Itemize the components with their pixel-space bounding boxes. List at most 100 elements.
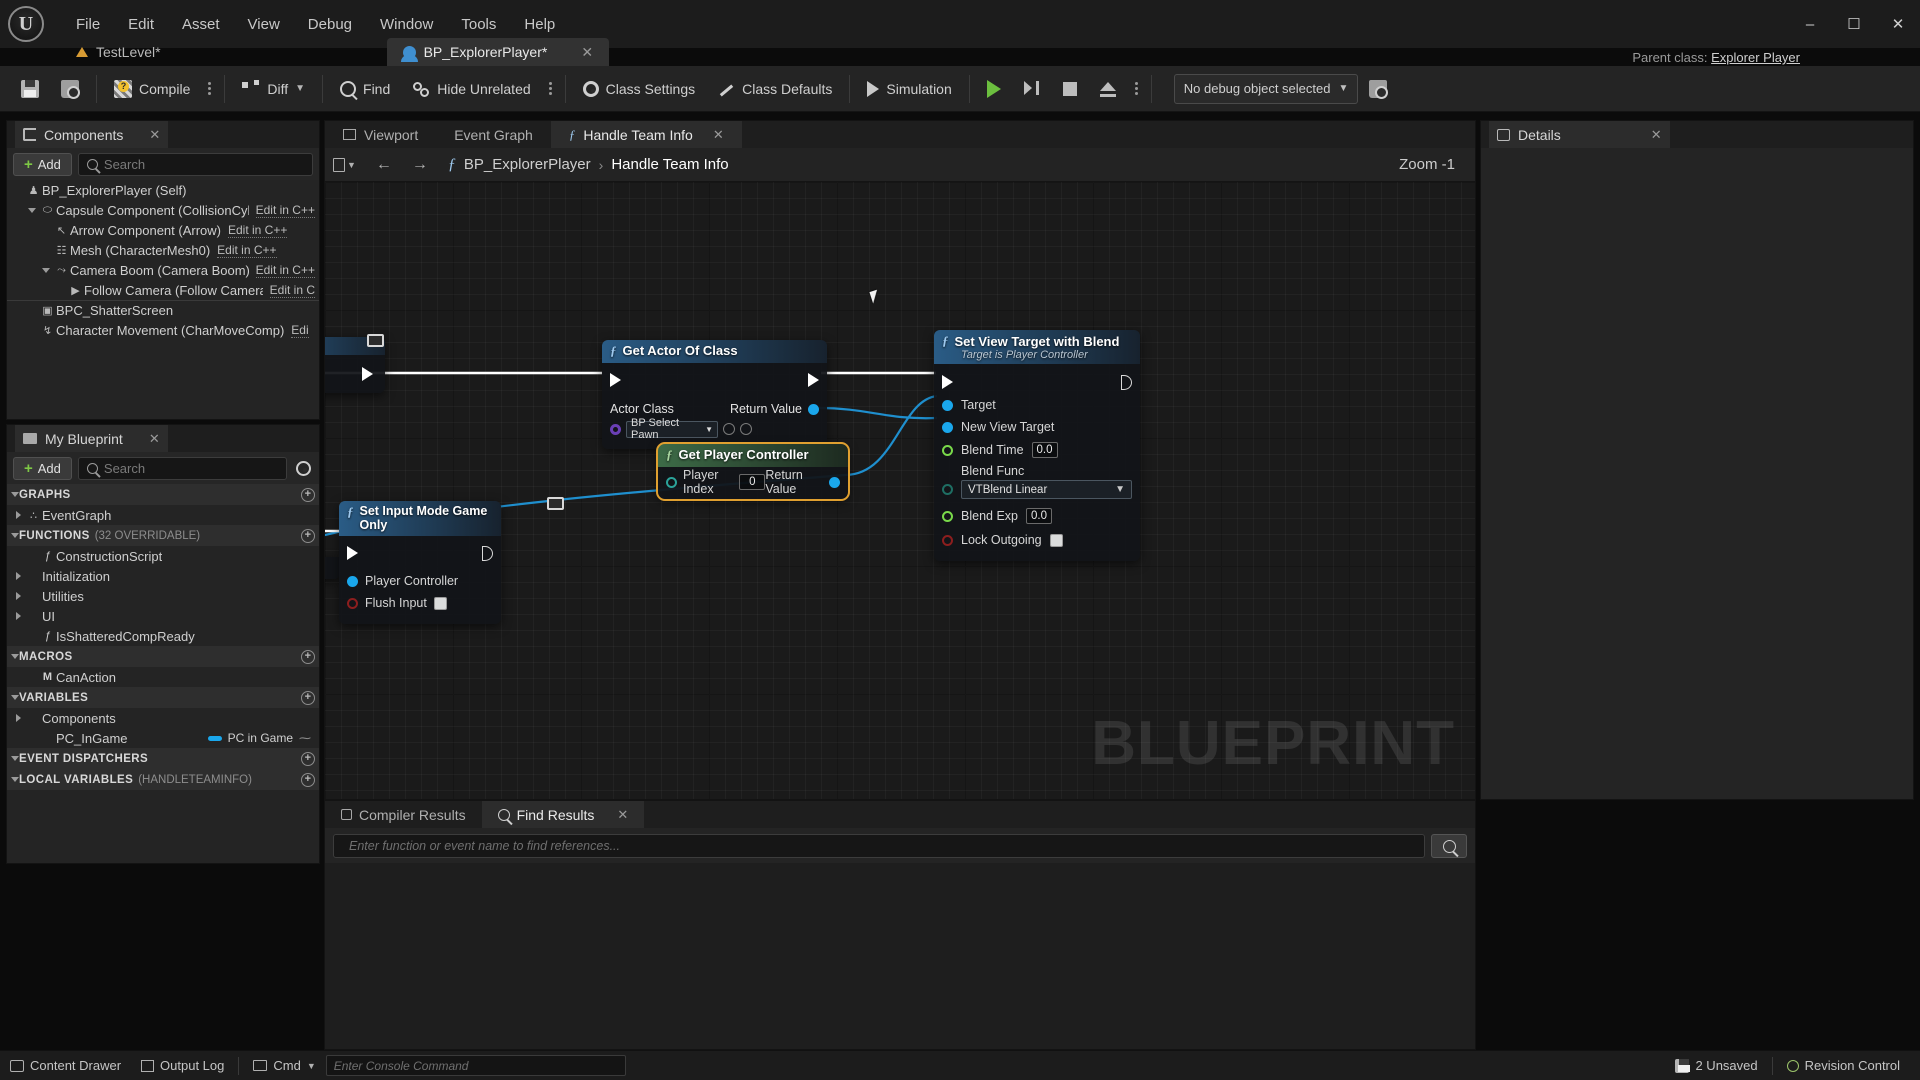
- actor-class-picker[interactable]: BP Select Pawn ▼: [626, 417, 718, 441]
- float-pin-icon[interactable]: [942, 510, 953, 522]
- eject-button[interactable]: [1088, 69, 1128, 109]
- node-set-view-target-with-blend[interactable]: ƒ Set View Target with Blend Target is P…: [934, 330, 1140, 561]
- section-add-button[interactable]: +: [301, 649, 315, 664]
- myblueprint-tree-row[interactable]: M CanAction: [7, 667, 319, 687]
- asset-tab-bp-explorerplayer[interactable]: BP_ExplorerPlayer* ✕: [386, 38, 610, 66]
- menu-view[interactable]: View: [234, 10, 294, 39]
- expand-arrow-icon[interactable]: [11, 777, 19, 782]
- output-log-button[interactable]: Output Log: [131, 1051, 234, 1080]
- section-add-button[interactable]: +: [301, 690, 315, 705]
- stop-button[interactable]: [1052, 69, 1088, 109]
- eye-icon[interactable]: ⁓: [299, 731, 311, 745]
- class-pin-icon[interactable]: [610, 423, 621, 435]
- myblueprint-tree-row[interactable]: ƒ ConstructionScript: [7, 546, 319, 566]
- hide-unrelated-button[interactable]: Hide Unrelated: [401, 69, 541, 109]
- graph-canvas[interactable]: BLUEPRINT ƒ Get Actor Of Class Actor Cla…: [325, 182, 1475, 799]
- components-tree-row[interactable]: ▶ Follow Camera (Follow Camera) Edit in C: [7, 280, 319, 300]
- components-tree-row[interactable]: ♟ BP_ExplorerPlayer (Self): [7, 180, 319, 200]
- my-blueprint-tab[interactable]: My Blueprint ✕: [15, 425, 168, 452]
- expand-arrow-icon[interactable]: [11, 592, 25, 600]
- tab-event-graph[interactable]: Event Graph: [436, 121, 551, 148]
- my-blueprint-add-button[interactable]: + Add: [13, 456, 72, 480]
- my-blueprint-settings-button[interactable]: [293, 460, 313, 476]
- object-pin-icon[interactable]: [347, 575, 358, 587]
- expand-arrow-icon[interactable]: [11, 533, 19, 538]
- exec-out-pin-icon[interactable]: [1121, 374, 1132, 390]
- myblueprint-tree-row[interactable]: Components: [7, 708, 319, 728]
- myblueprint-section-event-dispatchers[interactable]: EVENT DISPATCHERS +: [7, 748, 319, 769]
- myblueprint-section-variables[interactable]: VARIABLES +: [7, 687, 319, 708]
- content-drawer-button[interactable]: Content Drawer: [0, 1051, 131, 1080]
- play-button[interactable]: [976, 69, 1012, 109]
- edit-in-cpp-link[interactable]: Edit in C++: [255, 263, 315, 278]
- section-add-button[interactable]: +: [301, 772, 315, 787]
- tab-handle-team-info[interactable]: ƒ Handle Team Info ✕: [550, 121, 742, 148]
- myblueprint-tree-row[interactable]: UI: [7, 606, 319, 626]
- myblueprint-section-local-variables[interactable]: LOCAL VARIABLES (HANDLETEAMINFO) +: [7, 769, 319, 790]
- edit-in-cpp-link[interactable]: Edit in C: [269, 283, 315, 298]
- components-panel-close-icon[interactable]: ✕: [149, 127, 160, 143]
- edit-in-cpp-link[interactable]: Edit in C++: [228, 223, 288, 238]
- tab-compiler-results[interactable]: Compiler Results: [325, 801, 482, 828]
- expand-arrow-icon[interactable]: [11, 714, 25, 722]
- menu-window[interactable]: Window: [366, 10, 447, 39]
- node-get-actor-of-class[interactable]: ƒ Get Actor Of Class Actor Class Return …: [602, 340, 827, 449]
- expand-arrow-icon[interactable]: [11, 572, 25, 580]
- details-panel-close-icon[interactable]: ✕: [1651, 127, 1662, 143]
- myblueprint-section-macros[interactable]: MACROS +: [7, 646, 319, 667]
- class-search-icon[interactable]: [740, 423, 752, 435]
- expand-arrow-icon[interactable]: [39, 268, 53, 273]
- debug-browse-button[interactable]: [1358, 69, 1398, 109]
- blend-time-value[interactable]: 0.0: [1031, 442, 1058, 458]
- expand-arrow-icon[interactable]: [11, 612, 25, 620]
- exec-out-pin-icon[interactable]: [482, 545, 493, 561]
- expand-arrow-icon[interactable]: [25, 208, 39, 213]
- components-search-input[interactable]: Search: [77, 152, 313, 176]
- compile-button[interactable]: Compile: [103, 69, 201, 109]
- menu-file[interactable]: File: [62, 10, 114, 39]
- section-add-button[interactable]: +: [301, 528, 315, 543]
- edit-in-cpp-link[interactable]: Edi: [291, 323, 309, 338]
- flush-input-checkbox[interactable]: [433, 596, 447, 610]
- debug-object-select[interactable]: No debug object selected ▼: [1173, 73, 1359, 104]
- bool-pin-icon[interactable]: [942, 534, 953, 546]
- clipped-node-exec-out[interactable]: [354, 363, 381, 385]
- console-command-input[interactable]: Enter Console Command: [325, 1055, 626, 1076]
- class-browse-icon[interactable]: [723, 423, 735, 435]
- node-get-player-controller[interactable]: ƒ Get Player Controller Player Index 0 R…: [656, 442, 850, 501]
- asset-tab-testlevel[interactable]: TestLevel*: [60, 38, 177, 66]
- exec-in-pin-icon[interactable]: [942, 375, 953, 389]
- myblueprint-tree-row[interactable]: ƒ IsShatteredCompReady: [7, 626, 319, 646]
- components-add-button[interactable]: + Add: [13, 152, 72, 176]
- section-add-button[interactable]: +: [301, 751, 315, 766]
- tab-find-results-close-icon[interactable]: ✕: [617, 807, 628, 823]
- components-tree-row[interactable]: ↯ Character Movement (CharMoveComp) Edi: [7, 320, 319, 340]
- object-pin-icon[interactable]: [829, 476, 840, 488]
- find-references-button[interactable]: [1431, 834, 1467, 858]
- expand-arrow-icon[interactable]: [11, 695, 19, 700]
- myblueprint-section-graphs[interactable]: GRAPHS +: [7, 484, 319, 505]
- browse-button[interactable]: [50, 69, 90, 109]
- graph-display-options[interactable]: ▼: [333, 157, 362, 172]
- compile-options-menu[interactable]: [201, 69, 218, 109]
- enum-pin-icon[interactable]: [942, 484, 953, 495]
- cmd-selector[interactable]: Cmd ▼: [243, 1051, 325, 1080]
- menu-debug[interactable]: Debug: [294, 10, 366, 39]
- node-set-input-mode-game-only[interactable]: ƒ Set Input Mode Game Only Player Contro…: [339, 501, 501, 624]
- clipped-node-left-2[interactable]: [325, 557, 340, 579]
- components-tree-row[interactable]: ⬭Capsule Component (CollisionCylinder) Ed…: [7, 200, 319, 220]
- exec-in-pin-icon[interactable]: [347, 546, 358, 560]
- bool-pin-icon[interactable]: [347, 597, 358, 609]
- class-settings-button[interactable]: Class Settings: [572, 69, 706, 109]
- int-pin-icon[interactable]: [666, 476, 677, 488]
- asset-tab-close-icon[interactable]: ✕: [581, 44, 593, 61]
- components-tree-row[interactable]: ↖ Arrow Component (Arrow) Edit in C++: [7, 220, 319, 240]
- menu-asset[interactable]: Asset: [168, 10, 234, 39]
- find-button[interactable]: Find: [329, 69, 401, 109]
- object-pin-icon[interactable]: [942, 421, 953, 433]
- object-pin-icon[interactable]: [942, 399, 953, 411]
- components-tree-row[interactable]: ⤳ Camera Boom (Camera Boom) Edit in C++: [7, 260, 319, 280]
- hide-unrelated-options-menu[interactable]: [542, 69, 559, 109]
- expand-arrow-icon[interactable]: [11, 492, 19, 497]
- simulation-button[interactable]: Simulation: [856, 69, 962, 109]
